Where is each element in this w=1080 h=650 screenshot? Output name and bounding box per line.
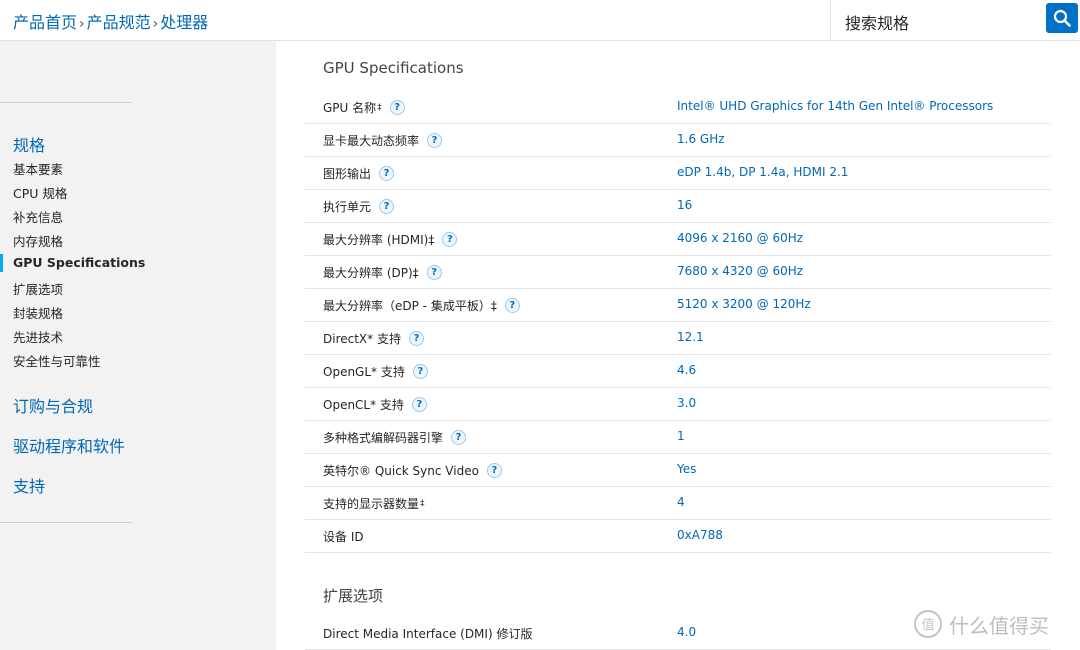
sidebar-item-expansion[interactable]: 扩展选项 — [13, 279, 63, 298]
help-icon[interactable]: ? — [504, 298, 520, 313]
spec-label: 显卡最大动态频率? — [323, 132, 443, 149]
search-input[interactable]: 搜索规格 — [845, 10, 909, 34]
sidebar-item-supplemental[interactable]: 补充信息 — [13, 207, 63, 226]
spec-label: 最大分辨率 (HDMI)‡? — [323, 231, 458, 248]
breadcrumb-processors[interactable]: 处理器 — [160, 13, 208, 32]
breadcrumb-home[interactable]: 产品首页 — [13, 13, 77, 32]
spec-row: DirectX* 支持? 12.1 — [305, 322, 1051, 355]
search-icon — [1053, 9, 1071, 27]
help-icon[interactable]: ? — [412, 364, 428, 379]
sidebar-item-advanced-tech[interactable]: 先进技术 — [13, 327, 63, 346]
spec-row: OpenGL* 支持? 4.6 — [305, 355, 1051, 388]
spec-value: 4096 x 2160 @ 60Hz — [677, 231, 804, 245]
spec-row: 执行单元? 16 — [305, 190, 1051, 223]
spec-row: 多种格式编解码器引擎? 1 — [305, 421, 1051, 454]
spec-row: 支持的显示器数量 ‡ 4 — [305, 487, 1051, 520]
spec-label: 支持的显示器数量 ‡ — [323, 497, 425, 511]
help-icon[interactable]: ? — [389, 100, 405, 115]
spec-row: 最大分辨率 (HDMI)‡? 4096 x 2160 @ 60Hz — [305, 223, 1051, 256]
spec-label: DirectX* 支持? — [323, 330, 424, 347]
spec-label: Direct Media Interface (DMI) 修订版 — [323, 627, 533, 641]
spec-row: 英特尔® Quick Sync Video? Yes — [305, 454, 1051, 487]
sidebar-item-security[interactable]: 安全性与可靠性 — [13, 351, 101, 370]
spec-label: 英特尔® Quick Sync Video? — [323, 462, 502, 479]
sidebar-section-specs[interactable]: 规格 — [13, 132, 45, 156]
sidebar-section-ordering[interactable]: 订购与合规 — [13, 393, 93, 417]
breadcrumb: 产品首页 › 产品规范 › 处理器 — [13, 9, 208, 33]
watermark-logo: 值 — [914, 610, 942, 638]
spec-label: GPU 名称 ‡? — [323, 99, 405, 116]
spec-value: 4.0 — [677, 625, 697, 639]
sidebar-section-support[interactable]: 支持 — [13, 473, 45, 497]
sidebar-item-basics[interactable]: 基本要素 — [13, 159, 63, 178]
help-icon[interactable]: ? — [411, 397, 427, 412]
active-indicator — [0, 254, 3, 272]
help-icon[interactable]: ? — [379, 199, 395, 214]
search-button[interactable] — [1046, 3, 1078, 33]
search-box: 搜索规格 — [830, 0, 1080, 40]
section-title-expansion: 扩展选项 — [323, 587, 384, 605]
dagger-mark: ‡ — [377, 102, 382, 113]
breadcrumb-product-specs[interactable]: 产品规范 — [87, 13, 151, 32]
spec-label: OpenGL* 支持? — [323, 363, 428, 380]
spec-label: OpenCL* 支持? — [323, 396, 427, 413]
sidebar-divider — [0, 522, 132, 523]
breadcrumb-separator: › — [152, 16, 159, 32]
svg-text:值: 值 — [921, 617, 934, 633]
spec-label: 多种格式编解码器引擎? — [323, 429, 467, 446]
help-icon[interactable]: ? — [486, 463, 502, 478]
section-title-gpu: GPU Specifications — [323, 59, 464, 77]
sidebar-item-memory[interactable]: 内存规格 — [13, 231, 63, 250]
spec-value: Intel® UHD Graphics for 14th Gen Intel® … — [677, 99, 994, 113]
sidebar-item-gpu[interactable]: GPU Specifications — [13, 255, 145, 270]
help-icon[interactable]: ? — [408, 331, 424, 346]
sidebar-item-package[interactable]: 封装规格 — [13, 303, 63, 322]
spec-content: GPU Specifications GPU 名称 ‡? Intel® UHD G… — [276, 41, 1080, 650]
watermark-text: 什么值得买 — [949, 613, 1049, 638]
sidebar-item-cpu[interactable]: CPU 规格 — [13, 183, 67, 202]
top-bar: 产品首页 › 产品规范 › 处理器 搜索规格 — [0, 0, 1080, 41]
spec-label: 图形输出? — [323, 165, 395, 182]
spec-value: 16 — [677, 198, 693, 212]
sidebar-section-drivers[interactable]: 驱动程序和软件 — [13, 433, 125, 457]
spec-value: Yes — [677, 462, 697, 476]
help-icon[interactable]: ? — [426, 265, 442, 280]
sidebar: 规格 基本要素 CPU 规格 补充信息 内存规格 GPU Specificati… — [0, 41, 276, 650]
spec-row: OpenCL* 支持? 3.0 — [305, 388, 1051, 421]
spec-row: 设备 ID 0xA788 — [305, 520, 1051, 553]
spec-value: 7680 x 4320 @ 60Hz — [677, 264, 804, 278]
spec-row: 显卡最大动态频率? 1.6 GHz — [305, 124, 1051, 157]
spec-value: eDP 1.4b, DP 1.4a, HDMI 2.1 — [677, 165, 849, 179]
spec-value: 4.6 — [677, 363, 697, 377]
spec-row: 图形输出? eDP 1.4b, DP 1.4a, HDMI 2.1 — [305, 157, 1051, 190]
help-icon[interactable]: ? — [451, 430, 467, 445]
help-icon[interactable]: ? — [442, 232, 458, 247]
spec-label: 设备 ID — [323, 530, 364, 544]
spec-label: 最大分辨率（eDP - 集成平板）‡? — [323, 297, 520, 314]
spec-value: 1.6 GHz — [677, 132, 725, 146]
dagger-mark: ‡ — [420, 498, 425, 509]
breadcrumb-separator: › — [79, 16, 85, 32]
help-icon[interactable]: ? — [379, 166, 395, 181]
spec-value: 5120 x 3200 @ 120Hz — [677, 297, 811, 311]
spec-value: 4 — [677, 495, 685, 509]
spec-row: 最大分辨率 (DP)‡? 7680 x 4320 @ 60Hz — [305, 256, 1051, 289]
spec-label: 最大分辨率 (DP)‡? — [323, 264, 442, 281]
spec-row: GPU 名称 ‡? Intel® UHD Graphics for 14th Ge… — [305, 91, 1051, 124]
spec-label: 执行单元? — [323, 198, 395, 215]
help-icon[interactable]: ? — [427, 133, 443, 148]
spec-value: 3.0 — [677, 396, 697, 410]
sidebar-divider — [0, 102, 132, 103]
spec-value: 12.1 — [677, 330, 704, 344]
watermark: 值 什么值得买 — [913, 606, 1049, 642]
spec-value: 1 — [677, 429, 685, 443]
spec-value: 0xA788 — [677, 528, 723, 542]
spec-row: 最大分辨率（eDP - 集成平板）‡? 5120 x 3200 @ 120Hz — [305, 289, 1051, 322]
